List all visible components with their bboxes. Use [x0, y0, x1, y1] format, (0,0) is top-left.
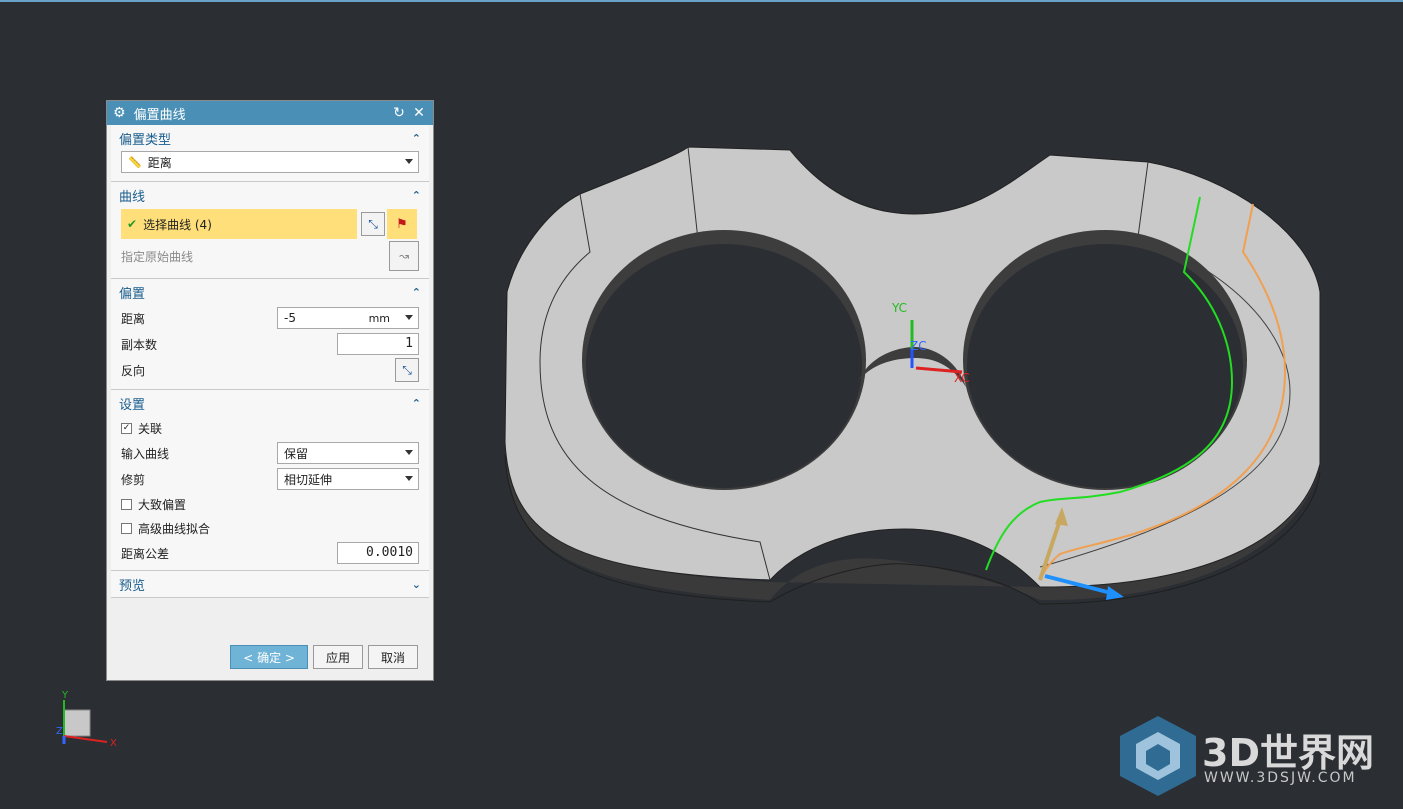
triad-x-label: X [110, 738, 117, 749]
close-icon[interactable]: ✕ [411, 105, 427, 121]
reverse-direction-button[interactable]: ⤡ [361, 212, 385, 236]
settings-header[interactable]: 设置 ⌃ [111, 390, 429, 416]
left-hole [586, 244, 862, 488]
chevron-down-icon [405, 159, 413, 164]
trim-label: 修剪 [121, 472, 146, 487]
chevron-up-icon: ⌃ [411, 188, 421, 202]
input-curve-select[interactable]: 保留 [277, 442, 419, 464]
curve-header[interactable]: 曲线 ⌃ [111, 182, 429, 208]
watermark: 3D世界网 WWW.3DSJW.COM [1118, 714, 1388, 798]
input-curve-value: 保留 [284, 446, 309, 461]
curve-rule-button[interactable]: ⚑ [387, 209, 417, 239]
preview-section: 预览 ⌄ [111, 571, 429, 598]
distance-tolerance-input[interactable]: 0.0010 [337, 542, 419, 564]
view-triad[interactable]: Y Z X [52, 688, 132, 758]
preview-header[interactable]: 预览 ⌄ [111, 571, 429, 597]
associative-label: 关联 [138, 421, 163, 436]
watermark-brand: 3D世界网 [1202, 731, 1374, 775]
copies-row: 副本数 1 [111, 331, 429, 357]
offset-section: 偏置 ⌃ 距离 -5 mm 副本数 1 反向 ⤡ [111, 279, 429, 390]
zc-axis-label: ZC [910, 339, 927, 353]
gear-icon: ⚙ [113, 105, 126, 121]
reverse-row: 反向 ⤡ [111, 357, 429, 383]
trim-select[interactable]: 相切延伸 [277, 468, 419, 490]
curve-section: 曲线 ⌃ ✔ 选择曲线 (4) ⤡ ⚑ 指定原始曲线 ↝ [111, 182, 429, 279]
copies-input[interactable]: 1 [337, 333, 419, 355]
cancel-button[interactable]: 取消 [367, 645, 418, 669]
chevron-down-icon [405, 450, 413, 455]
original-curve-row: 指定原始曲线 ↝ [111, 240, 429, 272]
cube-logo-icon [1120, 716, 1196, 796]
apply-button[interactable]: 应用 [312, 645, 363, 669]
chevron-up-icon: ⌃ [411, 285, 421, 299]
distance-label: 距离 [121, 311, 146, 326]
dialog-footer: < 确定 > 应用 取消 [107, 634, 433, 680]
chevron-up-icon: ⌃ [411, 396, 421, 410]
offset-type-header-label: 偏置类型 [119, 132, 172, 148]
offset-type-header[interactable]: 偏置类型 ⌃ [111, 125, 429, 151]
copies-label: 副本数 [121, 337, 158, 352]
offset-type-select[interactable]: 📏 距离 [121, 151, 419, 173]
advanced-fit-row: 高级曲线拟合 [111, 516, 429, 540]
triad-x-axis [63, 735, 108, 743]
chevron-up-icon: ⌃ [411, 131, 421, 145]
dialog-title: 偏置曲线 [133, 107, 186, 123]
advanced-fit-label: 高级曲线拟合 [138, 521, 211, 536]
triad-y-label: Y [61, 690, 69, 701]
distance-input[interactable]: -5 mm [277, 307, 419, 329]
offset-curve-dialog: ⚙ 偏置曲线 ↻ ✕ 偏置类型 ⌃ 📏 距离 曲线 ⌃ ✔ 选择曲线 (4) ⤡… [106, 100, 434, 681]
chevron-down-icon [405, 315, 413, 320]
distance-value: -5 [284, 311, 296, 325]
chevron-down-icon [405, 476, 413, 481]
xc-axis-label: XC [954, 371, 970, 385]
preview-header-label: 预览 [119, 578, 146, 594]
reset-icon[interactable]: ↻ [391, 105, 407, 121]
offset-type-value: 距离 [147, 155, 172, 170]
original-curve-label: 指定原始曲线 [121, 249, 194, 264]
triad-z-label: Z [56, 726, 63, 737]
input-curve-row: 输入曲线 保留 [111, 440, 429, 466]
yc-axis-label: YC [891, 301, 907, 315]
reverse-arrows-icon: ⤡ [368, 216, 378, 231]
trim-value: 相切延伸 [284, 472, 333, 487]
distance-row: 距离 -5 mm [111, 305, 429, 331]
offset-header[interactable]: 偏置 ⌃ [111, 279, 429, 305]
reverse-arrows-icon: ⤡ [402, 362, 412, 377]
distance-tolerance-row: 距离公差 0.0010 [111, 540, 429, 566]
approx-offset-label: 大致偏置 [138, 497, 187, 512]
reverse-button[interactable]: ⤡ [395, 358, 419, 382]
ruler-icon: 📏 [128, 155, 142, 169]
distance-tolerance-label: 距离公差 [121, 546, 170, 561]
settings-header-label: 设置 [119, 397, 146, 413]
triad-cube [63, 709, 91, 737]
settings-section: 设置 ⌃ ✓ 关联 输入曲线 保留 修剪 相切延伸 大致偏置 高级曲线拟合 距离… [111, 390, 429, 571]
trim-row: 修剪 相切延伸 [111, 466, 429, 492]
associative-row: ✓ 关联 [111, 416, 429, 440]
associative-checkbox[interactable]: ✓ [121, 422, 132, 434]
dialog-title-bar[interactable]: ⚙ 偏置曲线 ↻ ✕ [107, 101, 433, 125]
watermark-url: WWW.3DSJW.COM [1204, 770, 1357, 786]
input-curve-label: 输入曲线 [121, 446, 170, 461]
chevron-down-icon: ⌄ [411, 577, 421, 591]
approx-offset-row: 大致偏置 [111, 492, 429, 516]
advanced-fit-checkbox[interactable] [121, 522, 132, 534]
offset-type-section: 偏置类型 ⌃ 📏 距离 [111, 125, 429, 182]
curve-header-label: 曲线 [119, 189, 146, 205]
ok-button[interactable]: < 确定 > [230, 645, 308, 669]
curve-select-icon: ↝ [398, 249, 410, 263]
reverse-label: 反向 [121, 363, 146, 378]
curve-rule-icon: ⚑ [396, 216, 408, 232]
original-curve-button[interactable]: ↝ [389, 241, 419, 271]
select-curve-row[interactable]: ✔ 选择曲线 (4) [121, 209, 357, 239]
offset-header-label: 偏置 [119, 286, 146, 302]
check-icon: ✔ [127, 217, 138, 231]
approx-offset-checkbox[interactable] [121, 498, 132, 510]
select-curve-label: 选择曲线 (4) [143, 217, 212, 232]
distance-unit: mm [368, 311, 390, 325]
